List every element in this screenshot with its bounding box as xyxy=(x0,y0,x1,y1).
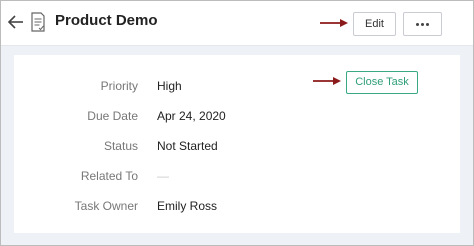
annotation-arrow-edit xyxy=(320,19,348,27)
field-row-status: Status Not Started xyxy=(14,139,460,159)
record-header: Product Demo Edit xyxy=(1,1,473,46)
field-label: Related To xyxy=(80,169,138,183)
task-record-window: Product Demo Edit Close Task Priority Hi… xyxy=(0,0,474,246)
more-options-button[interactable] xyxy=(403,12,442,36)
field-value: — xyxy=(157,169,169,183)
task-document-icon xyxy=(31,12,45,32)
field-row-priority: Priority High xyxy=(14,79,460,99)
field-label: Status xyxy=(103,139,138,153)
field-label: Priority xyxy=(100,79,138,93)
field-value: Not Started xyxy=(157,139,218,153)
field-label: Task Owner xyxy=(74,199,138,213)
arrow-left-icon[interactable] xyxy=(7,13,25,31)
field-value: Apr 24, 2020 xyxy=(157,109,226,123)
field-value: Emily Ross xyxy=(157,199,218,213)
edit-button[interactable]: Edit xyxy=(353,12,396,36)
field-row-related-to: Related To — xyxy=(14,169,460,189)
field-row-due-date: Due Date Apr 24, 2020 xyxy=(14,109,460,129)
field-row-task-owner: Task Owner Emily Ross xyxy=(14,199,460,219)
field-value: High xyxy=(157,79,182,93)
page-title: Product Demo xyxy=(55,12,158,29)
field-label: Due Date xyxy=(87,109,138,123)
task-details-panel: Close Task Priority High Due Date Apr 24… xyxy=(14,55,460,233)
